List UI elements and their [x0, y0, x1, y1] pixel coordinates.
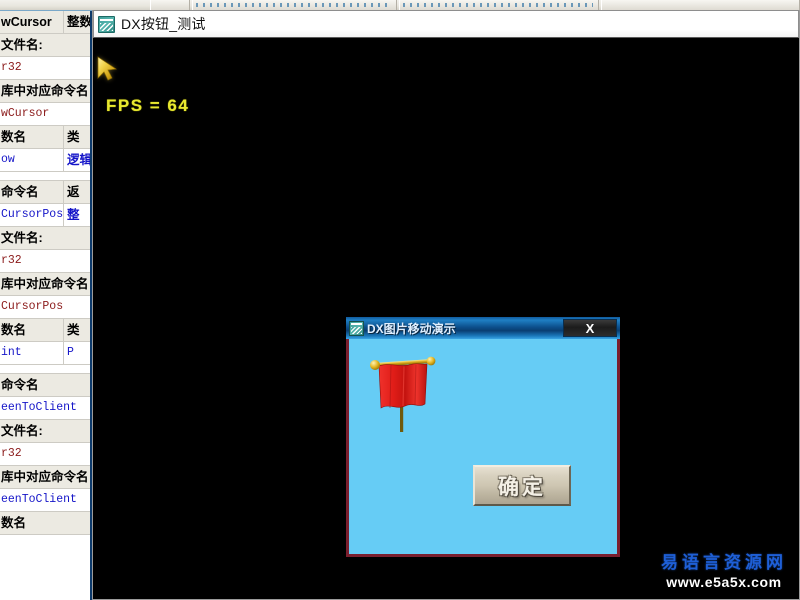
ide-table-row[interactable]: 库中对应命令名 — [0, 273, 90, 296]
ide-table-row[interactable]: 数名类 — [0, 126, 90, 149]
ide-table-row[interactable]: wCursor — [0, 103, 90, 126]
toolstrip-cell — [601, 0, 800, 10]
ide-table-row[interactable]: 命令名返 — [0, 181, 90, 204]
ide-table-row[interactable]: 文件名: — [0, 34, 90, 57]
ide-table-row[interactable]: wCursor 整数 — [0, 11, 90, 34]
ide-table-row[interactable]: 库中对应命令名 — [0, 80, 90, 103]
ide-cell-secondary: 整 — [67, 207, 80, 222]
dx-window-title: DX按钮_测试 — [121, 16, 206, 32]
ide-cell-secondary: P — [67, 346, 74, 360]
ide-cell-primary: 库中对应命令名 — [1, 469, 89, 484]
ide-cell-secondary: 返 — [67, 184, 80, 199]
ide-cell-secondary: 逻辑 — [67, 152, 90, 167]
ide-cell-primary: 文件名: — [1, 230, 43, 245]
dx-render-canvas[interactable]: FPS = 64 DX图片移动演示 X 确定 易语言资源网 www.e5a5x.… — [93, 38, 799, 599]
yi-language-icon — [98, 15, 115, 33]
ide-cell-primary: r32 — [1, 254, 22, 268]
close-icon[interactable]: X — [563, 319, 617, 337]
ide-cell-primary: eenToClient — [1, 493, 77, 507]
red-banner-flag-icon — [370, 356, 436, 432]
ide-table-row[interactable]: 库中对应命令名 — [0, 466, 90, 489]
ide-cell-secondary: 类 — [67, 322, 80, 337]
ide-table-row[interactable]: ow 逻辑 — [0, 149, 90, 172]
demo-dialog-titlebar[interactable]: DX图片移动演示 X — [346, 317, 620, 339]
ide-cell-primary: wCursor — [0, 11, 64, 33]
ide-cell-primary: 文件名: — [1, 423, 43, 438]
fps-counter: FPS = 64 — [106, 96, 190, 115]
ide-table-row[interactable]: r32 — [0, 250, 90, 273]
ide-table-row[interactable]: CursorPos 整 — [0, 204, 90, 227]
ide-cell-primary: CursorPos — [0, 204, 64, 226]
dx-image-move-demo-dialog: DX图片移动演示 X 确定 — [345, 316, 621, 558]
ide-cell-primary: 数名 — [1, 515, 27, 530]
ide-table-row[interactable]: eenToClient — [0, 397, 90, 420]
ide-table-row[interactable]: r32 — [0, 443, 90, 466]
ide-cell-primary: 库中对应命令名 — [1, 276, 89, 291]
watermark: 易语言资源网 www.e5a5x.com — [661, 552, 787, 591]
confirm-button-label: 确定 — [498, 474, 546, 499]
screenshot-root: wCursor 整数 文件名: r32 库中对应命令名 wCursor 数名类 ow 逻辑 命令名… — [0, 0, 800, 600]
ide-table-row[interactable] — [0, 172, 90, 181]
ide-cell-primary — [0, 172, 90, 180]
ide-table-row[interactable]: 文件名: — [0, 420, 90, 443]
ide-cell-primary: wCursor — [1, 107, 50, 121]
ide-command-table-panel[interactable]: wCursor 整数 文件名: r32 库中对应命令名 wCursor 数名类 ow 逻辑 命令名… — [0, 11, 92, 600]
toolstrip-dots — [196, 3, 391, 7]
ide-table-row[interactable]: 数名 — [0, 512, 90, 535]
ide-cell-primary — [0, 365, 90, 373]
ide-cell-primary: eenToClient — [1, 401, 77, 415]
confirm-button[interactable]: 确定 — [473, 465, 571, 506]
toolstrip-dots — [403, 3, 593, 7]
ide-cell-primary: ow — [0, 149, 64, 171]
ide-table-row[interactable]: int P — [0, 342, 90, 365]
ide-cell-primary: 库中对应命令名 — [1, 83, 89, 98]
ide-cell-primary: int — [0, 342, 64, 364]
ide-cell-secondary: 整数 — [67, 14, 90, 29]
ide-cell-primary: CursorPos — [1, 300, 64, 314]
demo-dialog-title: DX图片移动演示 — [367, 321, 456, 336]
gold-arrow-cursor-icon — [97, 56, 117, 81]
demo-dialog-client-area[interactable]: 确定 — [349, 339, 617, 554]
ide-table-row[interactable]: CursorPos — [0, 296, 90, 319]
dx-test-window: DX按钮_测试 FPS = 64 DX图片移动演示 X 确定 易语言资源网 ww… — [92, 10, 800, 600]
ide-cell-primary: 命令名 — [0, 181, 64, 203]
yi-language-icon — [349, 320, 364, 336]
dx-window-titlebar[interactable]: DX按钮_测试 — [93, 10, 799, 38]
ide-cell-primary: r32 — [1, 61, 22, 75]
ide-table-row[interactable]: eenToClient — [0, 489, 90, 512]
watermark-site-name: 易语言资源网 — [661, 552, 787, 573]
ide-cell-primary: 命令名 — [1, 377, 39, 392]
ide-table-row[interactable]: r32 — [0, 57, 90, 80]
ide-table-row[interactable]: 数名类 — [0, 319, 90, 342]
ide-cell-primary: 文件名: — [1, 37, 43, 52]
ide-table-row[interactable] — [0, 365, 90, 374]
ide-cell-primary: 数名 — [0, 319, 64, 341]
toolstrip-cell — [150, 0, 190, 10]
ide-table-row[interactable]: 命令名 — [0, 374, 90, 397]
ide-cell-secondary: 类 — [67, 129, 80, 144]
ide-cell-primary: r32 — [1, 447, 22, 461]
ide-table-row[interactable]: 文件名: — [0, 227, 90, 250]
watermark-url: www.e5a5x.com — [666, 574, 782, 591]
ide-cell-primary: 数名 — [0, 126, 64, 148]
